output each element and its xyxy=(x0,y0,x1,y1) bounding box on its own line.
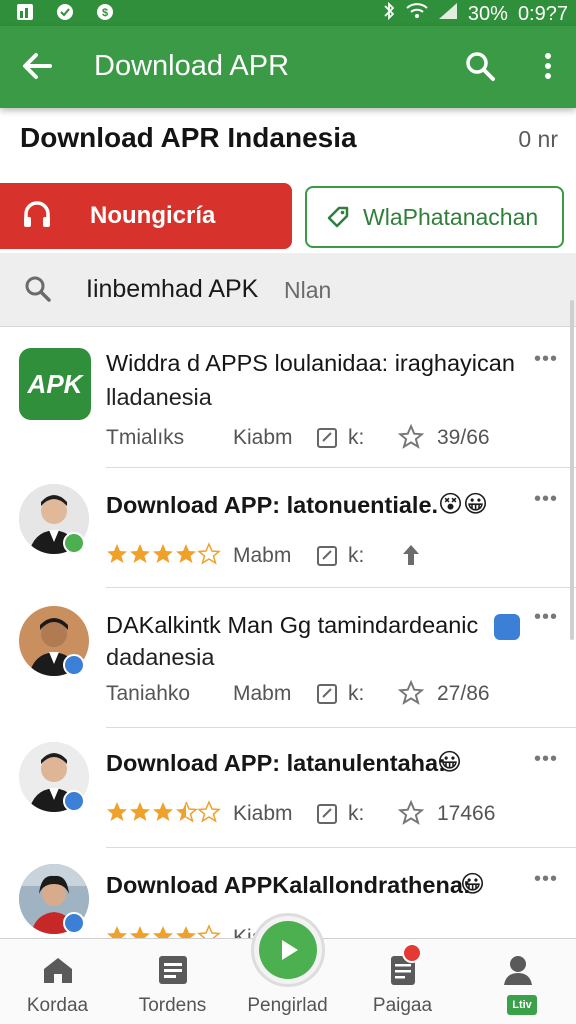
primary-action-label: Noungicría xyxy=(90,202,216,229)
search-icon xyxy=(22,273,54,305)
more-vert-icon[interactable] xyxy=(538,48,558,84)
item-subtitle: lladanesia xyxy=(106,384,212,410)
meta-size: Kiabm xyxy=(233,802,293,825)
meta-category: Taniahko xyxy=(106,682,191,705)
checkbox-icon xyxy=(316,427,338,455)
meta-k: k: xyxy=(348,802,365,825)
meta-rating-count: 39/66 xyxy=(437,426,490,449)
list-item[interactable]: Download APP: latonuentiale. 😵😀 ••• Mabm… xyxy=(0,468,576,588)
nav-item-list[interactable]: Tordens xyxy=(115,939,230,1024)
nav-item-play[interactable]: Pengirlad xyxy=(230,913,345,1024)
meta-size: Mabm xyxy=(233,682,292,705)
play-icon xyxy=(259,921,317,979)
item-title: DAKalkintk Man Gg tamindardeanic xyxy=(106,612,479,638)
meta-rating-count: 17466 xyxy=(437,802,496,825)
app-list: APK Widdra d APPS loulanidaa: iraghayica… xyxy=(0,328,576,938)
bluetooth-icon xyxy=(382,1,396,27)
item-title: Download APP: latanulentaha: xyxy=(106,750,446,776)
item-meta: Tmialıks Kiabm k: 39/66 xyxy=(106,423,556,456)
scrollbar[interactable] xyxy=(570,300,574,640)
nav-item-home[interactable]: Kordaa xyxy=(0,939,115,1024)
clock: 0:9?7 xyxy=(517,2,568,25)
search-query: Iinbemhad APK xyxy=(86,275,259,303)
item-meta: Kiabm xyxy=(106,924,556,938)
wifi-icon xyxy=(406,2,428,26)
item-title: Download APP: latonuentiale. xyxy=(106,492,439,518)
checkbox-icon xyxy=(316,683,338,711)
rating-stars xyxy=(106,924,222,938)
tag-icon xyxy=(325,204,351,230)
meta-category: Tmialıks xyxy=(106,426,185,449)
headset-icon xyxy=(20,199,54,233)
item-title: Widdra d APPS loulanidaa: iraghayican xyxy=(106,350,515,376)
more-horiz-icon[interactable]: ••• xyxy=(534,868,558,891)
arrow-left-icon[interactable] xyxy=(18,46,58,86)
primary-action-button[interactable]: Noungicría xyxy=(0,183,292,249)
meta-k: k: xyxy=(348,426,365,449)
emoji-icon: 😵😀 xyxy=(438,491,489,518)
search-bar[interactable]: Iinbemhad APK Nlan xyxy=(0,253,576,327)
item-meta: Mabm k: xyxy=(106,542,556,572)
battery-percent: 30% xyxy=(467,2,508,25)
shield-icon xyxy=(54,2,76,22)
star-outline-icon xyxy=(397,799,425,832)
app-badge-icon xyxy=(494,614,520,640)
list-item[interactable]: APK Widdra d APPS loulanidaa: iraghayica… xyxy=(0,328,576,468)
notification-badge xyxy=(402,943,422,963)
checkbox-icon xyxy=(316,545,338,573)
meta-k: k: xyxy=(348,544,365,567)
more-horiz-icon[interactable]: ••• xyxy=(534,748,558,771)
home-icon xyxy=(40,953,76,987)
svg-text:$: $ xyxy=(102,7,108,19)
app-bar-title: Download APR xyxy=(94,50,290,82)
secondary-action-button[interactable]: WlaPhatanachan xyxy=(305,186,564,248)
rating-stars xyxy=(106,542,222,574)
profile-tag: Ltiv xyxy=(507,995,537,1015)
secondary-action-label: WlaPhatanachan xyxy=(363,203,539,230)
signal-icon xyxy=(438,2,458,26)
emoji-icon: 😀 xyxy=(437,749,463,776)
more-horiz-icon[interactable]: ••• xyxy=(534,488,558,511)
item-title: Download APPKalallondrathena: xyxy=(106,872,471,898)
list-item[interactable]: Download APP: latanulentaha: 😀 ••• Kiabm xyxy=(0,728,576,848)
app-icon xyxy=(14,2,36,22)
list-icon xyxy=(155,953,191,987)
more-horiz-icon[interactable]: ••• xyxy=(534,348,558,371)
nav-label: Tordens xyxy=(138,995,207,1016)
item-meta: Taniahko Mabm k: 27/86 xyxy=(106,679,556,712)
search-icon[interactable] xyxy=(462,48,498,84)
arrow-up-icon xyxy=(400,542,422,574)
emoji-icon: 😀 xyxy=(460,871,486,898)
verified-icon xyxy=(63,654,85,676)
more-horiz-icon[interactable]: ••• xyxy=(534,606,558,629)
nav-label: Kordaa xyxy=(26,995,89,1016)
list-item[interactable]: DAKalkintk Man Gg tamindardeanic dadanes… xyxy=(0,588,576,728)
item-meta: Kiabm k: 17466 xyxy=(106,799,556,832)
apk-logo: APK xyxy=(19,348,91,420)
star-outline-icon xyxy=(397,423,425,456)
meta-size: Mabm xyxy=(233,544,292,567)
rating-stars xyxy=(106,800,222,832)
meta-rating-count: 27/86 xyxy=(437,682,490,705)
star-outline-icon xyxy=(397,679,425,712)
nav-item-document[interactable]: Paigaa xyxy=(345,939,460,1024)
money-icon: $ xyxy=(94,2,116,22)
page-meta: 0 nr xyxy=(518,126,558,152)
page-title: Download APR Indanesia xyxy=(20,122,357,153)
meta-k: k: xyxy=(348,682,365,705)
status-bar: $ 30% 0:9?7 xyxy=(0,0,576,26)
search-filter: Nlan xyxy=(284,277,332,303)
app-bar: Download APR xyxy=(0,26,576,108)
item-subtitle: dadanesia xyxy=(106,644,215,670)
checkbox-icon xyxy=(316,803,338,831)
verified-icon xyxy=(63,790,85,812)
bottom-nav: Kordaa Tordens Pengirlad Paigaa xyxy=(0,913,576,1024)
verified-icon xyxy=(63,532,85,554)
nav-label: Paigaa xyxy=(372,995,433,1016)
verified-icon xyxy=(63,912,85,934)
profile-icon xyxy=(500,953,536,987)
play-button[interactable] xyxy=(251,913,325,987)
nav-label: Pengirlad xyxy=(247,995,328,1016)
meta-size: Kiabm xyxy=(233,426,293,449)
